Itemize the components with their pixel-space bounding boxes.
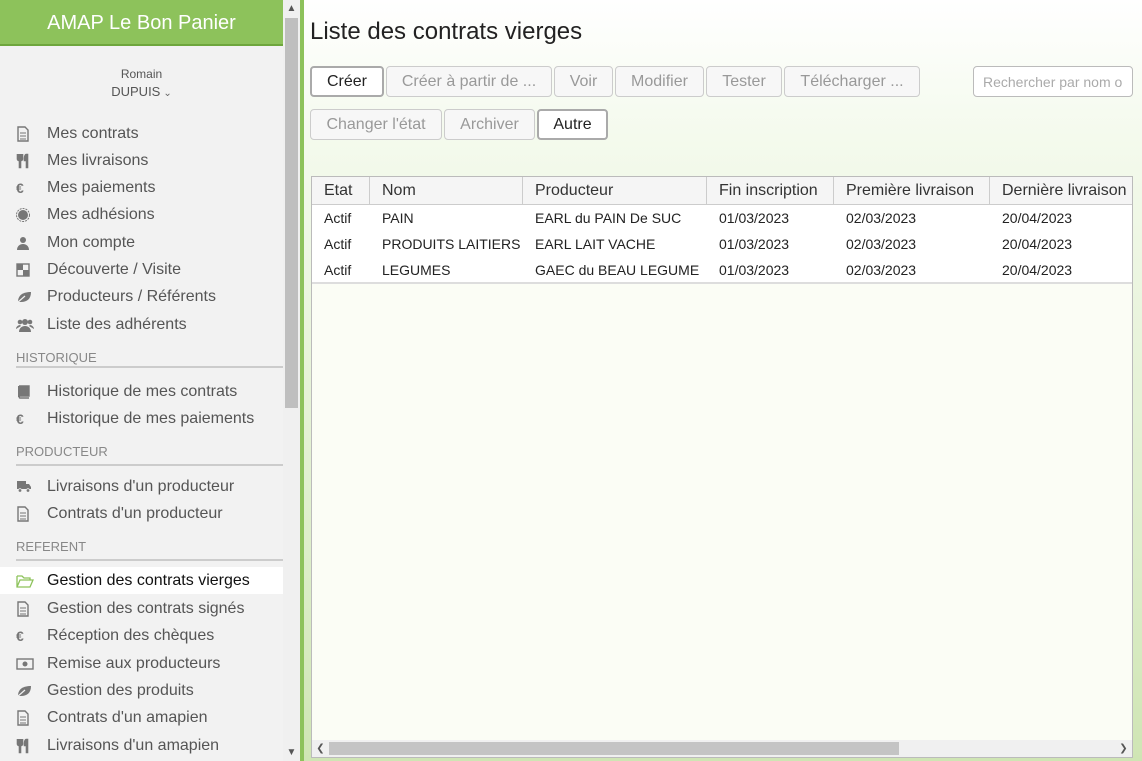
user-last-name: DUPUIS	[111, 84, 161, 99]
leaf-icon	[0, 684, 47, 698]
document-icon	[0, 125, 47, 142]
cell-derniere-livraison: 20/04/2023	[1002, 236, 1073, 252]
creer-button[interactable]: Créer	[310, 66, 384, 97]
sidebar-item-mes-contrats[interactable]: Mes contrats	[0, 120, 283, 147]
sidebar-item-reception-cheques[interactable]: € Réception des chèques	[0, 622, 283, 649]
cell-producteur: EARL LAIT VACHE	[535, 236, 656, 252]
cell-nom: PRODUITS LAITIERS de VACHE	[382, 236, 523, 252]
table-horizontal-scrollbar[interactable]: ❮ ❯	[312, 740, 1132, 757]
sidebar-item-contrats-producteur[interactable]: Contrats d'un producteur	[0, 500, 283, 527]
sidebar-item-livraisons-amapien[interactable]: Livraisons d'un amapien	[0, 732, 283, 759]
euro-icon: €	[16, 410, 24, 427]
app-title: AMAP Le Bon Panier	[0, 0, 283, 46]
table-header: Etat Nom Producteur Fin inscription Prem…	[312, 177, 1132, 205]
cell-etat: Actif	[324, 262, 352, 278]
table-scroll-thumb[interactable]	[329, 742, 899, 755]
money-icon	[0, 657, 47, 670]
voir-button[interactable]: Voir	[554, 66, 613, 97]
sidebar-scroll-thumb[interactable]	[285, 18, 298, 408]
euro-icon: €	[16, 179, 24, 196]
cell-nom: LEGUMES	[382, 262, 451, 278]
fork-knife-icon	[0, 153, 47, 169]
sidebar-item-gestion-produits[interactable]: Gestion des produits	[0, 677, 283, 704]
column-header-nom[interactable]: Nom	[370, 177, 523, 205]
section-title-historique: HISTORIQUE	[16, 350, 283, 368]
user-icon	[0, 236, 47, 250]
sidebar-item-remise-producteurs[interactable]: Remise aux producteurs	[0, 650, 283, 677]
modifier-button[interactable]: Modifier	[615, 66, 704, 97]
section-title-referent: REFERENT	[16, 539, 283, 561]
cell-premiere-livraison: 02/03/2023	[846, 262, 917, 278]
tester-button[interactable]: Tester	[706, 66, 782, 97]
sidebar-item-decouverte[interactable]: Découverte / Visite	[0, 256, 283, 283]
scroll-left-icon[interactable]: ❮	[312, 740, 329, 757]
cell-producteur: EARL du PAIN De SUC	[535, 210, 682, 226]
main-panel: Liste des contrats vierges Créer Créer à…	[300, 0, 1142, 761]
sidebar-item-historique-paiements[interactable]: € Historique de mes paiements	[0, 405, 283, 432]
table-row[interactable]: Actif LEGUMES GAEC du BEAU LEGUME 01/03/…	[312, 257, 1132, 283]
telecharger-button[interactable]: Télécharger ...	[784, 66, 920, 97]
scroll-up-icon[interactable]: ▲	[283, 0, 300, 17]
sidebar-scrollbar[interactable]: ▲ ▼	[283, 0, 300, 761]
sidebar-item-historique-contrats[interactable]: Historique de mes contrats	[0, 378, 283, 405]
fork-knife-icon	[0, 738, 47, 754]
sidebar: AMAP Le Bon Panier Romain DUPUIS ⌄ Mes co…	[0, 0, 283, 761]
cell-derniere-livraison: 20/04/2023	[1002, 210, 1073, 226]
page-title: Liste des contrats vierges	[310, 18, 583, 45]
user-first-name: Romain	[120, 67, 163, 81]
chevron-down-icon: ⌄	[163, 88, 172, 99]
document-icon	[0, 600, 47, 617]
contrats-table: Etat Nom Producteur Fin inscription Prem…	[311, 176, 1133, 758]
users-icon	[0, 318, 47, 332]
cell-etat: Actif	[324, 236, 352, 252]
cell-fin-inscription: 01/03/2023	[719, 210, 790, 226]
document-icon	[0, 709, 47, 726]
sidebar-item-mes-paiements[interactable]: € Mes paiements	[0, 174, 283, 201]
cell-fin-inscription: 01/03/2023	[719, 262, 790, 278]
cell-etat: Actif	[324, 210, 352, 226]
column-header-fin-inscription[interactable]: Fin inscription	[707, 177, 834, 205]
scroll-down-icon[interactable]: ▼	[283, 744, 300, 761]
cell-producteur: GAEC du BEAU LEGUME	[535, 262, 700, 278]
document-icon	[0, 505, 47, 522]
compass-icon	[0, 262, 47, 277]
autre-button[interactable]: Autre	[537, 109, 608, 140]
truck-icon	[0, 480, 47, 493]
sidebar-item-mes-livraisons[interactable]: Mes livraisons	[0, 147, 283, 174]
folder-open-icon	[0, 574, 47, 588]
search-input[interactable]	[973, 66, 1133, 97]
column-header-etat[interactable]: Etat	[312, 177, 370, 205]
sidebar-item-gestion-contrats-signes[interactable]: Gestion des contrats signés	[0, 595, 283, 622]
table-row[interactable]: Actif PAIN EARL du PAIN De SUC 01/03/202…	[312, 205, 1132, 231]
cell-derniere-livraison: 20/04/2023	[1002, 262, 1073, 278]
cell-fin-inscription: 01/03/2023	[719, 236, 790, 252]
column-header-producteur[interactable]: Producteur	[523, 177, 707, 205]
archiver-button[interactable]: Archiver	[444, 109, 535, 140]
table-row[interactable]: Actif PRODUITS LAITIERS de VACHE EARL LA…	[312, 231, 1132, 257]
cell-nom: PAIN	[382, 210, 414, 226]
leaf-icon	[0, 290, 47, 304]
sidebar-item-livraisons-producteur[interactable]: Livraisons d'un producteur	[0, 473, 283, 500]
changer-etat-button[interactable]: Changer l'état	[310, 109, 442, 140]
sidebar-item-mon-compte[interactable]: Mon compte	[0, 229, 283, 256]
column-header-derniere-livraison[interactable]: Dernière livraison	[990, 177, 1132, 205]
sidebar-item-liste-adherents[interactable]: Liste des adhérents	[0, 311, 283, 338]
cell-premiere-livraison: 02/03/2023	[846, 236, 917, 252]
sidebar-item-mes-adhesions[interactable]: Mes adhésions	[0, 201, 283, 228]
table-body: Actif PAIN EARL du PAIN De SUC 01/03/202…	[312, 205, 1132, 284]
book-icon	[0, 384, 47, 399]
scroll-right-icon[interactable]: ❯	[1115, 740, 1132, 757]
sidebar-item-contrats-amapien[interactable]: Contrats d'un amapien	[0, 704, 283, 731]
cell-premiere-livraison: 02/03/2023	[846, 210, 917, 226]
sidebar-item-producteurs-referents[interactable]: Producteurs / Référents	[0, 283, 283, 310]
column-header-premiere-livraison[interactable]: Première livraison	[834, 177, 990, 205]
creer-a-partir-button[interactable]: Créer à partir de ...	[386, 66, 552, 97]
sidebar-item-gestion-contrats-vierges[interactable]: Gestion des contrats vierges	[0, 567, 283, 594]
euro-icon: €	[16, 627, 24, 644]
section-title-producteur: PRODUCTEUR	[16, 444, 283, 466]
badge-icon	[0, 207, 47, 222]
